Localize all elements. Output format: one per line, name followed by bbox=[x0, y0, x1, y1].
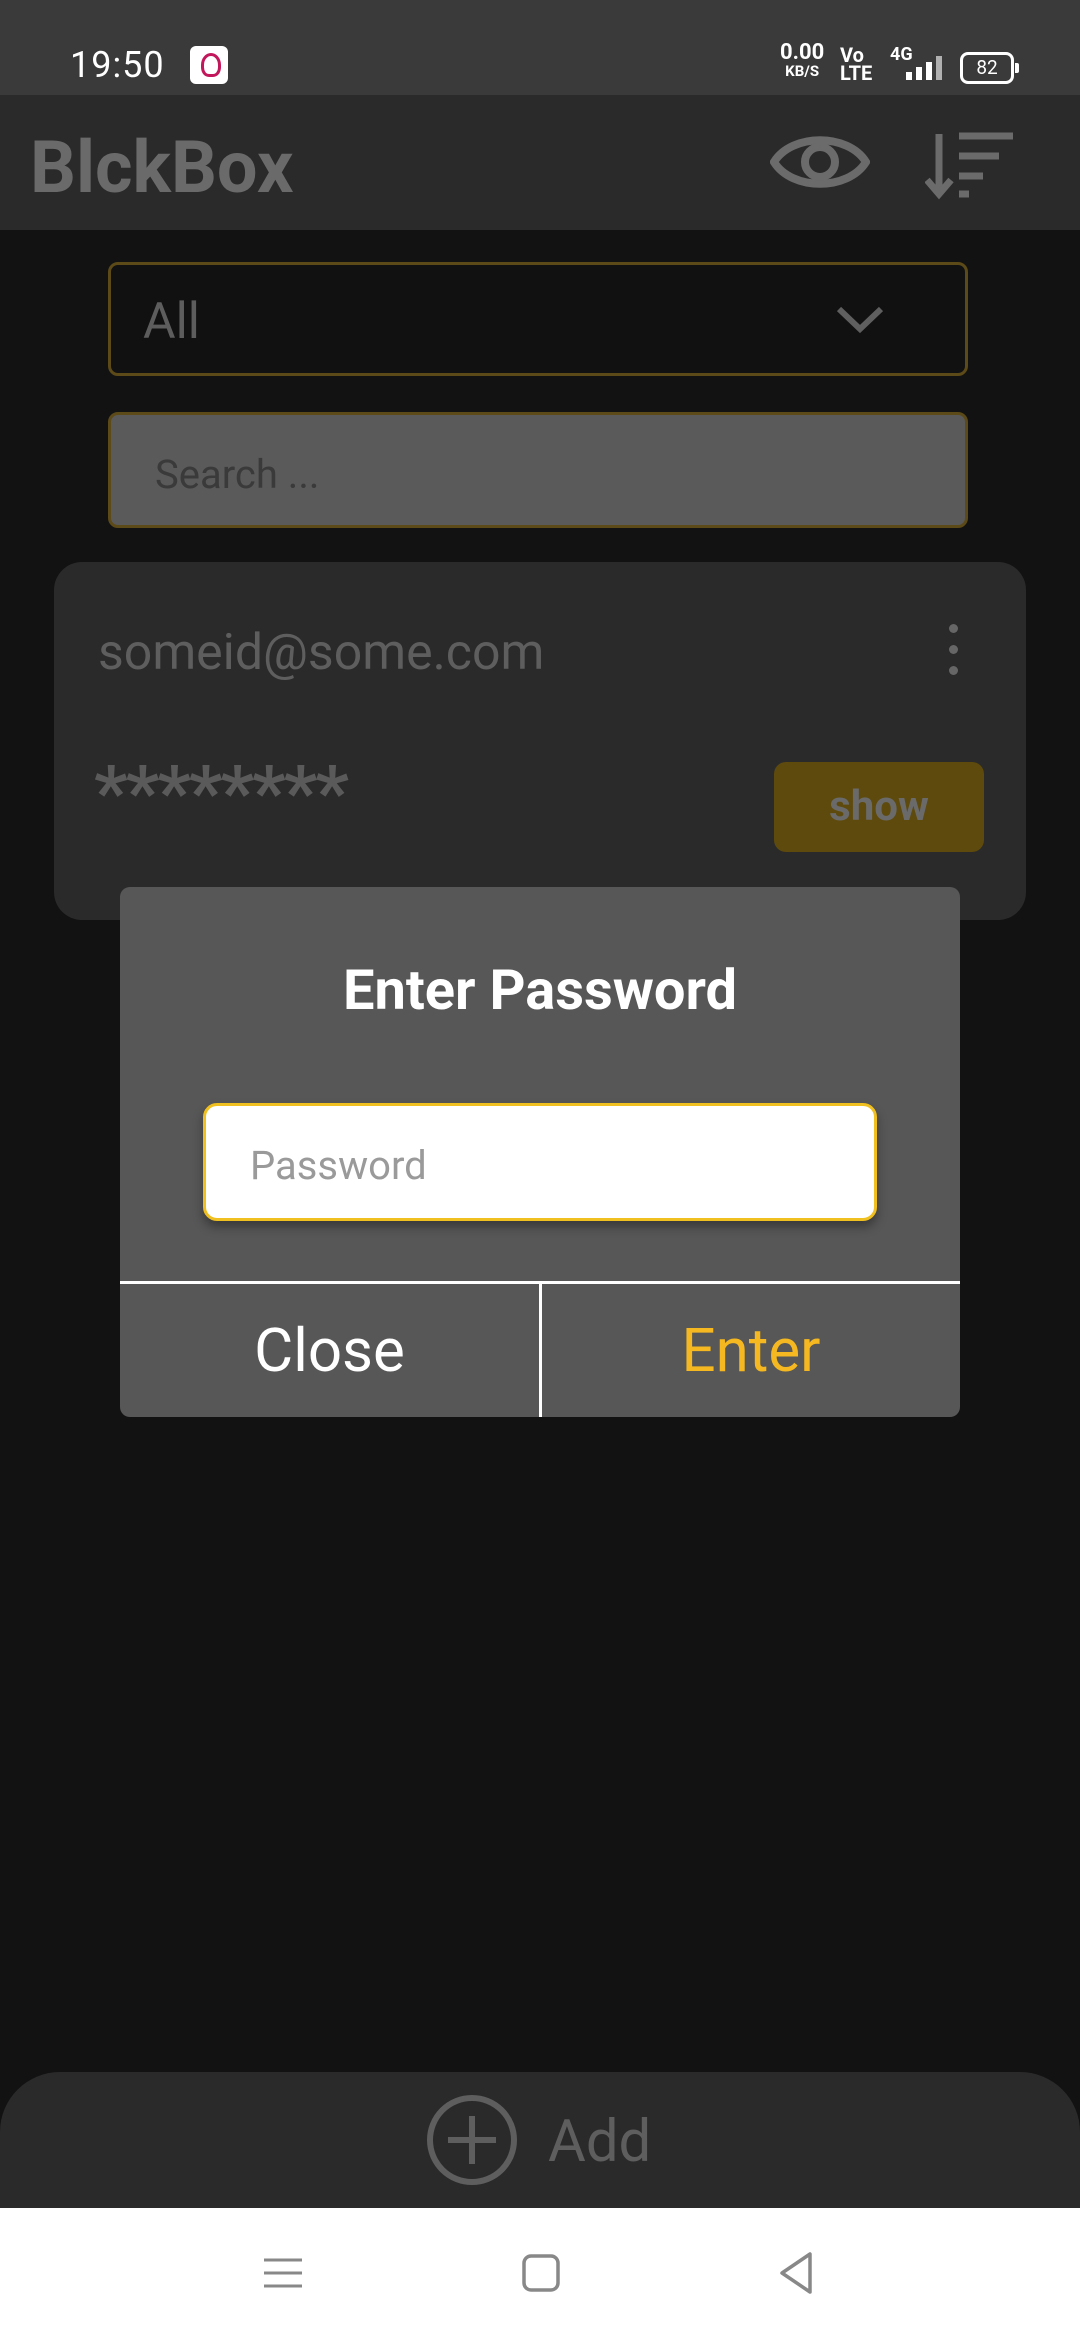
dialog-title: Enter Password bbox=[342, 957, 738, 1023]
masked-password: ******** bbox=[94, 750, 349, 837]
eye-icon[interactable] bbox=[770, 125, 870, 200]
menu-icon[interactable] bbox=[260, 2250, 306, 2296]
app-notification-icon bbox=[190, 46, 228, 84]
category-dropdown[interactable]: All bbox=[108, 262, 968, 376]
password-placeholder: Password bbox=[250, 1142, 427, 1189]
home-icon[interactable] bbox=[518, 2250, 564, 2296]
close-button[interactable]: Close bbox=[120, 1284, 539, 1417]
sort-icon[interactable] bbox=[925, 130, 1015, 200]
app-bar: BlckBox bbox=[0, 95, 1080, 230]
chevron-down-icon bbox=[836, 306, 884, 334]
status-time: 19:50 bbox=[70, 44, 165, 86]
app-title: BlckBox bbox=[30, 125, 294, 210]
system-nav-bar bbox=[0, 2208, 1080, 2340]
show-password-button[interactable]: show bbox=[774, 762, 984, 852]
enter-button[interactable]: Enter bbox=[542, 1284, 960, 1417]
password-input[interactable]: Password bbox=[203, 1103, 877, 1221]
net-speed-unit: KB/S bbox=[785, 62, 820, 80]
back-icon[interactable] bbox=[774, 2250, 820, 2296]
enter-password-dialog: Enter Password Password Close Enter bbox=[120, 887, 960, 1417]
add-circle-icon bbox=[427, 2095, 517, 2185]
add-bar[interactable]: Add bbox=[0, 2072, 1080, 2208]
volte-icon: Vo LTE bbox=[840, 45, 873, 85]
dropdown-selected-value: All bbox=[143, 293, 200, 351]
battery-level: 82 bbox=[976, 56, 998, 79]
search-placeholder: Search ... bbox=[155, 451, 320, 498]
battery-icon: 82 bbox=[960, 52, 1019, 84]
more-options-icon[interactable] bbox=[944, 624, 960, 676]
status-bar: 19:50 0.00 KB/S Vo LTE 4G 82 bbox=[0, 0, 1080, 95]
credential-card: someid@some.com ******** show bbox=[54, 562, 1026, 920]
volte-bottom: LTE bbox=[840, 61, 873, 85]
entry-email: someid@some.com bbox=[98, 624, 545, 682]
net-speed-value: 0.00 bbox=[780, 40, 825, 65]
add-label: Add bbox=[548, 2108, 652, 2176]
signal-icon bbox=[900, 54, 946, 80]
search-input[interactable]: Search ... bbox=[108, 412, 968, 528]
net-speed: 0.00 KB/S bbox=[780, 40, 825, 81]
